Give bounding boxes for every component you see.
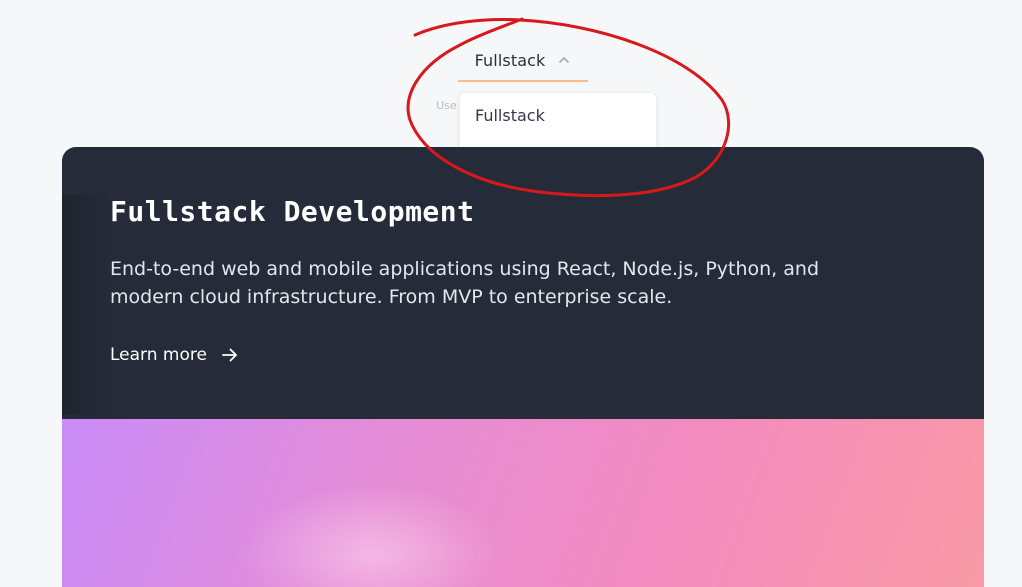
service-card: Fullstack Development End-to-end web and… <box>62 147 984 587</box>
card-title: Fullstack Development <box>110 195 475 228</box>
category-dropdown: Fullstack <box>459 92 657 150</box>
learn-more-link[interactable]: Learn more <box>110 345 239 365</box>
learn-more-label: Learn more <box>110 345 207 365</box>
card-gradient-visual <box>62 419 984 587</box>
card-edge-shade <box>62 195 110 415</box>
card-description: End-to-end web and mobile applications u… <box>110 258 820 308</box>
dropdown-option-fullstack[interactable]: Fullstack <box>475 106 545 125</box>
chevron-up-icon <box>557 53 571 67</box>
category-selector[interactable]: Fullstack <box>458 40 588 82</box>
category-selector-label: Fullstack <box>474 50 546 70</box>
arrow-right-icon <box>221 346 239 364</box>
